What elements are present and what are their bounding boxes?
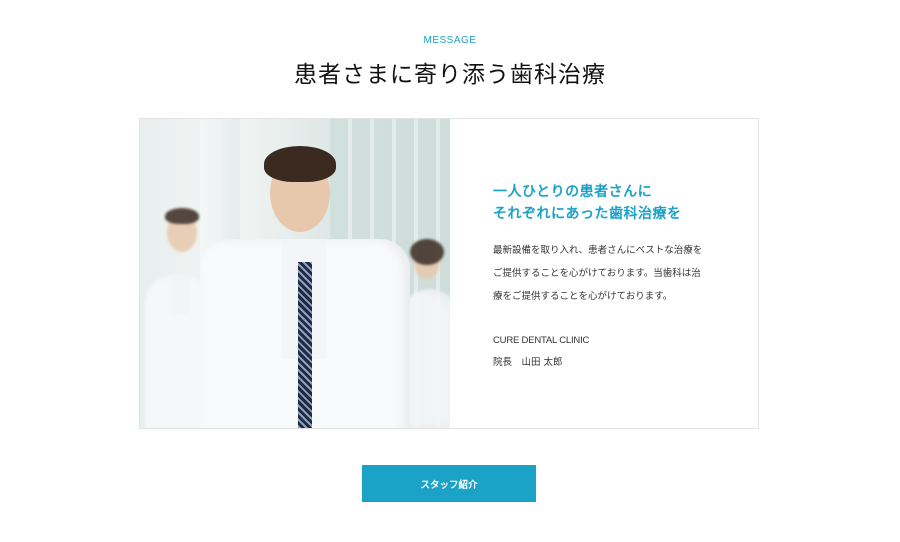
body-line: 療をご提供することを心がけております。 xyxy=(493,291,673,302)
message-body: 最新設備を取り入れ、患者さんにベストな治療を ご提供することを心がけております。… xyxy=(493,239,758,308)
body-line: 最新設備を取り入れ、患者さんにベストな治療を xyxy=(493,245,703,256)
headline-line: 一人ひとりの患者さんに xyxy=(493,184,653,200)
staff-intro-button[interactable]: スタッフ紹介 xyxy=(362,465,536,502)
section-eyebrow: MESSAGE xyxy=(423,35,477,46)
body-line: ご提供することを心がけております。当歯科は治 xyxy=(493,268,701,279)
headline-line: それぞれにあった歯科治療を xyxy=(493,206,682,222)
main-doctor xyxy=(200,144,420,428)
message-text: 一人ひとりの患者さんに それぞれにあった歯科治療を 最新設備を取り入れ、患者さん… xyxy=(450,119,758,428)
message-headline: 一人ひとりの患者さんに それぞれにあった歯科治療を xyxy=(493,181,758,225)
doctor-photo xyxy=(140,119,450,428)
director-name: 院長 山田 太郎 xyxy=(493,357,563,368)
message-card: 一人ひとりの患者さんに それぞれにあった歯科治療を 最新設備を取り入れ、患者さん… xyxy=(139,118,759,429)
section-title: 患者さまに寄り添う歯科治療 xyxy=(294,62,606,88)
clinic-name: CURE DENTAL CLINIC xyxy=(493,335,590,346)
